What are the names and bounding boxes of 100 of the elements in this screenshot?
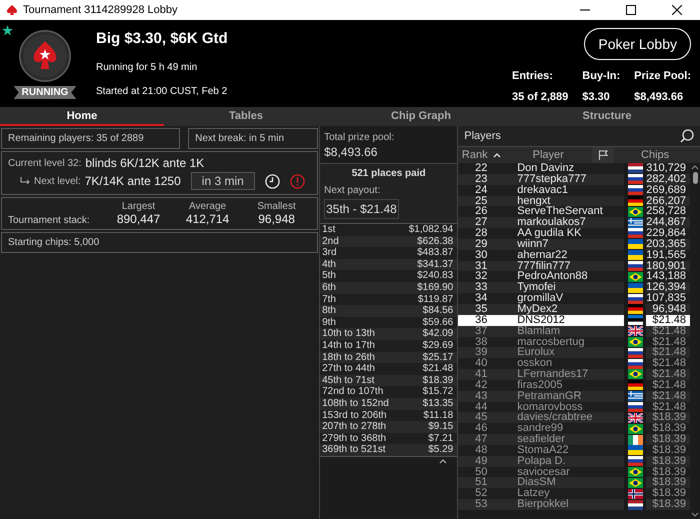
player-name: ServeTheServant bbox=[516, 206, 604, 218]
column-header[interactable]: Chips bbox=[614, 147, 700, 163]
stack-heading: Largest bbox=[122, 201, 156, 212]
player-row[interactable]: 39 Eurolux $21.48 bbox=[458, 347, 690, 358]
player-row[interactable]: 27 markoulakos7 244,867 bbox=[458, 217, 690, 228]
rank-cell-text: 29 bbox=[474, 238, 488, 250]
chips-cell-text: $21.48 bbox=[651, 390, 687, 402]
rank-cell-text: 30 bbox=[474, 250, 488, 261]
player-name: sandre99 bbox=[516, 423, 564, 434]
chips-cell-text: 310,729 bbox=[646, 163, 687, 174]
scroll-up-icon[interactable] bbox=[691, 165, 699, 170]
flag-icon bbox=[628, 174, 643, 184]
column-header[interactable]: Player bbox=[504, 147, 592, 163]
stat-value: 35 of 2,889 bbox=[512, 91, 568, 103]
player-row[interactable]: 33 Tymofei 126,394 bbox=[458, 282, 690, 294]
player-row[interactable]: 47 seafielder $18.39 bbox=[458, 434, 690, 445]
rank-cell-text: 51 bbox=[474, 477, 488, 488]
rank-cell-text: 23 bbox=[474, 174, 488, 185]
payout-amount: $119.87 bbox=[418, 294, 454, 306]
rank-cell-text: 33 bbox=[474, 282, 488, 294]
column-header[interactable]: Rank bbox=[458, 147, 504, 163]
payout-amount: $7.21 bbox=[428, 432, 454, 444]
player-row[interactable]: 29 wiinn7 203,365 bbox=[458, 238, 690, 250]
payout-amount: $21.48 bbox=[422, 363, 454, 375]
tab[interactable]: Structure bbox=[514, 107, 700, 126]
rank-cell-text: 32 bbox=[474, 271, 488, 282]
chips-cell-text: 96,948 bbox=[651, 304, 687, 315]
chips-cell-text: $21.48 bbox=[651, 380, 687, 391]
chips-cell-text: $21.48 bbox=[651, 314, 687, 326]
player-name: Eurolux bbox=[516, 347, 555, 358]
scrollbar-thumb[interactable] bbox=[692, 172, 698, 184]
payout-amount: $15.72 bbox=[422, 386, 454, 398]
flag-icon bbox=[628, 391, 643, 402]
close-icon[interactable] bbox=[672, 5, 682, 15]
rank-cell-text: 36 bbox=[474, 314, 488, 326]
rank-cell-text: 43 bbox=[474, 390, 488, 402]
player-row[interactable]: 25 hengxt 266,207 bbox=[458, 196, 690, 206]
player-name: markoulakos7 bbox=[516, 217, 587, 228]
rank-cell-text: 47 bbox=[474, 434, 488, 445]
running-time: Running for 5 h 49 min bbox=[96, 62, 198, 73]
player-row[interactable]: 45 davies/crabtree $18.39 bbox=[458, 412, 690, 424]
stat-label: Prize Pool: bbox=[634, 70, 691, 82]
payout-place: 14th to 17th bbox=[322, 340, 375, 352]
search-icon[interactable] bbox=[680, 129, 694, 143]
player-row[interactable]: 35 MyDex2 96,948 bbox=[458, 304, 690, 315]
spade-logo-icon bbox=[6, 4, 18, 16]
stat-value: $3.30 bbox=[582, 91, 611, 103]
payout-place: 27th to 44th bbox=[322, 363, 375, 375]
level-timer: in 3 min bbox=[190, 172, 255, 190]
player-row[interactable]: 43 PetramanGR $21.48 bbox=[458, 390, 690, 402]
flag-icon bbox=[628, 261, 643, 272]
level-value: blinds 6K/12K ante 1K bbox=[85, 156, 204, 170]
flag-icon bbox=[628, 380, 643, 390]
player-row[interactable]: 36 DNS2012 $21.48 bbox=[458, 314, 690, 326]
payout-amount: $483.87 bbox=[417, 247, 454, 259]
payout-place: 10th to 13th bbox=[322, 328, 375, 340]
chips-cell-text: 229,864 bbox=[646, 228, 687, 239]
player-name: davies/crabtree bbox=[516, 412, 594, 424]
payout-place: 207th to 278th bbox=[322, 421, 386, 433]
tournament-name: Big $3.30, $6K Gtd bbox=[96, 30, 228, 47]
player-name: Blamlam bbox=[516, 326, 562, 336]
player-name: DiasSM bbox=[516, 477, 557, 488]
star-icon[interactable] bbox=[2, 25, 13, 36]
player-name: DNS2012 bbox=[516, 314, 566, 326]
alert-icon[interactable] bbox=[290, 174, 305, 188]
player-row[interactable]: 23 777stepka777 282,402 bbox=[458, 174, 690, 185]
payout-place: 8th bbox=[322, 305, 336, 317]
players-title: Players bbox=[464, 130, 501, 142]
player-row[interactable]: 53 Bierpokkel $18.39 bbox=[458, 499, 690, 510]
chips-cell-text: $18.39 bbox=[651, 412, 687, 424]
payout-amount: $341.37 bbox=[417, 258, 454, 270]
rank-cell-text: 45 bbox=[474, 412, 488, 424]
payout-place: 9th bbox=[322, 316, 336, 328]
stat-value: $8,493.66 bbox=[634, 91, 684, 103]
player-row[interactable]: 51 DiasSM $18.39 bbox=[458, 477, 690, 488]
payout-place: 45th to 71st bbox=[322, 374, 374, 386]
chips-cell-text: 203,365 bbox=[646, 238, 687, 250]
player-row[interactable]: 31 777filin777 180,901 bbox=[458, 260, 690, 272]
prize-pool-value: $8,493.66 bbox=[324, 145, 378, 159]
caret-up-icon[interactable] bbox=[439, 458, 448, 464]
chips-cell-text: 244,867 bbox=[646, 217, 687, 228]
tab[interactable]: Chip Graph bbox=[328, 107, 514, 126]
payout-place: 1st bbox=[322, 224, 336, 236]
scroll-down-icon[interactable] bbox=[691, 512, 699, 517]
clock-icon[interactable] bbox=[264, 174, 280, 188]
player-row[interactable]: 49 Polapa D. $18.39 bbox=[458, 456, 690, 467]
payout-amount: $626.38 bbox=[417, 236, 454, 248]
payout-amount: $5.29 bbox=[428, 444, 454, 456]
remaining-players: Remaining players: 35 of 2889 bbox=[1, 128, 180, 149]
maximize-icon[interactable] bbox=[626, 5, 636, 15]
flag-icon bbox=[628, 272, 643, 282]
chips-cell-text: $21.48 bbox=[651, 347, 687, 358]
payout-place: 6th bbox=[322, 282, 336, 294]
player-row[interactable]: 41 LFernandes17 $21.48 bbox=[458, 369, 690, 380]
poker-lobby-button[interactable]: Poker Lobby bbox=[584, 28, 691, 60]
player-row[interactable]: 37 Blamlam $21.48 bbox=[458, 326, 690, 336]
flag-column-icon[interactable] bbox=[598, 150, 609, 160]
tab[interactable]: Tables bbox=[164, 107, 328, 126]
chips-cell-text: $18.39 bbox=[651, 477, 687, 488]
player-name: Polapa D. bbox=[516, 456, 567, 467]
